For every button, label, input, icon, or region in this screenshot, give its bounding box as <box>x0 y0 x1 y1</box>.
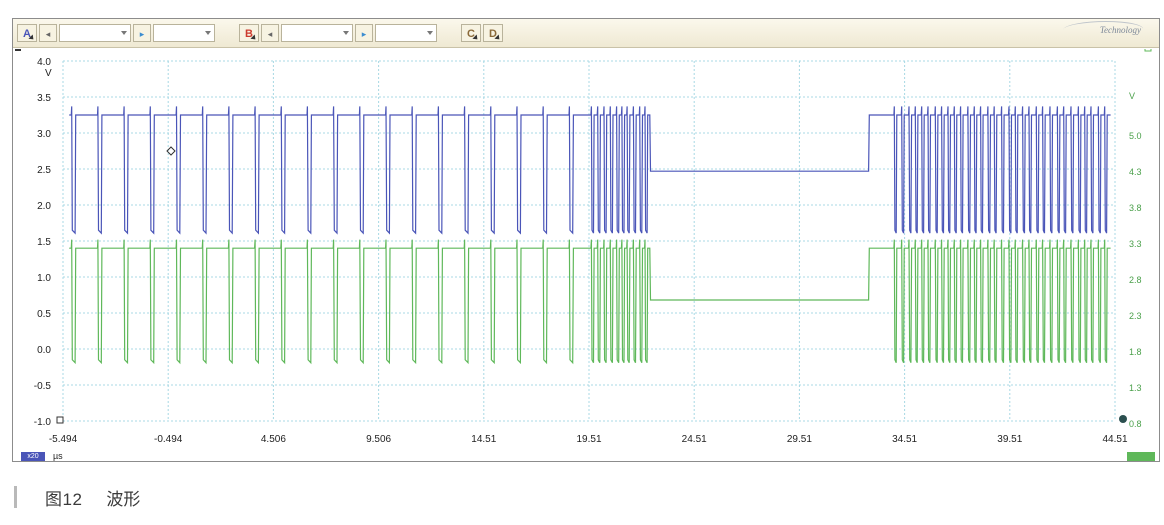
oscilloscope-window: A ◂ ▸ B ◂ ▸ C D Technology -5.494 -0.494 4… <box>12 18 1160 462</box>
right-tick-label: 1.8 <box>1129 347 1142 357</box>
left-tick-label: -1.0 <box>34 417 52 428</box>
zoom-badge[interactable]: x20 <box>21 452 45 461</box>
channel-b-trace <box>69 239 1111 365</box>
x-axis-unit: µs <box>53 451 63 461</box>
channel-a-coupling-select[interactable] <box>153 24 215 42</box>
left-tick-label: 4.0 <box>37 57 51 68</box>
left-tick-label: 1.0 <box>37 273 51 284</box>
waveform-svg: -5.494 -0.494 4.506 9.506 14.51 19.51 24.51 29.… <box>15 44 1152 445</box>
left-axis-unit: V <box>45 68 52 79</box>
top-left-marker-icon <box>15 45 21 51</box>
x-tick-label: 34.51 <box>892 434 917 445</box>
right-tick-label: 0.8 <box>1129 419 1142 429</box>
channel-b-button[interactable]: B <box>239 24 259 42</box>
bottom-right-marker-icon <box>1119 415 1127 423</box>
caption-divider <box>14 486 17 508</box>
left-tick-label: -0.5 <box>34 381 52 392</box>
channel-c-button[interactable]: C <box>461 24 481 42</box>
left-tick-label: 1.5 <box>37 237 51 248</box>
channel-a-range-select[interactable] <box>59 24 131 42</box>
left-tick-label: 2.0 <box>37 201 51 212</box>
waveform-plot: -5.494 -0.494 4.506 9.506 14.51 19.51 24.51 29.… <box>13 44 1159 459</box>
x-tick-label: 9.506 <box>366 434 391 445</box>
chevron-down-icon <box>121 31 127 35</box>
chevron-down-icon <box>427 31 433 35</box>
x-tick-label: 4.506 <box>261 434 286 445</box>
x-tick-label: -5.494 <box>49 434 78 445</box>
chevron-down-icon <box>205 31 211 35</box>
channel-a-prev-icon[interactable]: ◂ <box>39 24 57 42</box>
chevron-down-icon <box>343 31 349 35</box>
right-axis-unit: V <box>1129 91 1135 101</box>
x-tick-label: -0.494 <box>154 434 183 445</box>
left-tick-label: 2.5 <box>37 165 51 176</box>
bottom-left-marker-icon <box>56 416 64 424</box>
channel-b-coupling-select[interactable] <box>375 24 437 42</box>
left-tick-label: 3.5 <box>37 93 51 104</box>
x-tick-label: 24.51 <box>682 434 707 445</box>
right-tick-label: 5.0 <box>1129 131 1142 141</box>
channel-b-range-select[interactable] <box>281 24 353 42</box>
x-tick-label: 39.51 <box>997 434 1022 445</box>
channel-b-scale-badge[interactable] <box>1127 452 1155 461</box>
top-right-marker-icon <box>1144 44 1152 52</box>
left-tick-label: 3.0 <box>37 129 51 140</box>
figure-title: 波形 <box>106 489 141 509</box>
right-tick-label: 4.3 <box>1129 167 1142 177</box>
channel-b-prev-icon[interactable]: ◂ <box>261 24 279 42</box>
right-tick-label: 3.3 <box>1129 239 1142 249</box>
channel-b-group: B ◂ ▸ <box>239 22 437 44</box>
figure-number: 图12 <box>45 489 83 509</box>
channel-a-next-icon[interactable]: ▸ <box>133 24 151 42</box>
channel-a-trace <box>69 106 1111 235</box>
right-tick-label: 2.3 <box>1129 311 1142 321</box>
right-tick-label: 1.3 <box>1129 383 1142 393</box>
channel-b-next-icon[interactable]: ▸ <box>355 24 373 42</box>
channel-d-button[interactable]: D <box>483 24 503 42</box>
scope-toolbar: A ◂ ▸ B ◂ ▸ C D Technology <box>13 19 1159 48</box>
x-tick-label: 44.51 <box>1102 434 1127 445</box>
x-tick-label: 29.51 <box>787 434 812 445</box>
channel-a-group: A ◂ ▸ <box>17 22 215 44</box>
right-tick-label: 3.8 <box>1129 203 1142 213</box>
left-tick-label: 0.5 <box>37 309 51 320</box>
channel-a-button[interactable]: A <box>17 24 37 42</box>
figure-caption: 图12 波形 <box>14 483 140 511</box>
status-bar: x20 µs <box>13 451 1159 461</box>
x-tick-label: 14.51 <box>471 434 496 445</box>
right-tick-label: 2.8 <box>1129 275 1142 285</box>
x-tick-label: 19.51 <box>576 434 601 445</box>
brand-logo: Technology <box>1099 25 1141 35</box>
left-tick-label: 0.0 <box>37 345 51 356</box>
channel-cd-group: C D <box>461 22 503 44</box>
